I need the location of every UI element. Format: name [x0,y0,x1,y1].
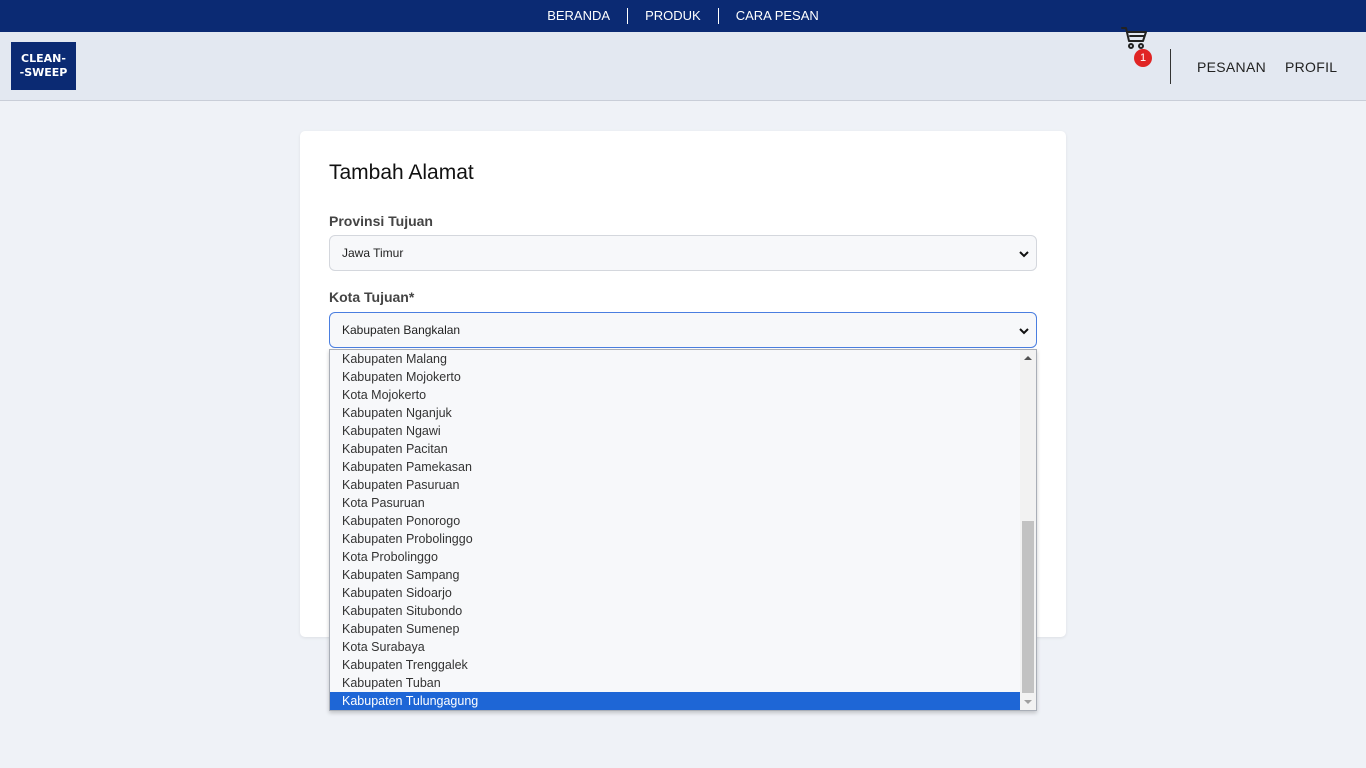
dropdown-option[interactable]: Kabupaten Sampang [330,566,1020,584]
dropdown-option[interactable]: Kota Mojokerto [330,386,1020,404]
chevron-down-icon [1019,251,1029,258]
nav-cara-pesan[interactable]: CARA PESAN [719,8,836,24]
province-label: Provinsi Tujuan [329,213,433,229]
dropdown-option[interactable]: Kabupaten Situbondo [330,602,1020,620]
dropdown-option[interactable]: Kabupaten Pasuruan [330,476,1020,494]
form-title: Tambah Alamat [329,161,474,184]
top-nav-bar: BERANDA PRODUK CARA PESAN [0,0,1366,32]
header-divider [1170,49,1171,84]
dropdown-option[interactable]: Kota Pasuruan [330,494,1020,512]
logo[interactable]: CLEAN- -SWEEP [11,42,76,90]
dropdown-option[interactable]: Kabupaten Ngawi [330,422,1020,440]
dropdown-option[interactable]: Kabupaten Pacitan [330,440,1020,458]
logo-line-1: CLEAN- [21,52,66,65]
chevron-down-icon [1019,328,1029,335]
dropdown-option[interactable]: Kabupaten Trenggalek [330,656,1020,674]
dropdown-scrollbar[interactable] [1020,350,1036,710]
province-value: Jawa Timur [342,246,404,260]
scroll-down-arrow-icon[interactable] [1020,694,1036,710]
logo-line-2: -SWEEP [19,66,68,79]
province-select[interactable]: Jawa Timur [329,235,1037,271]
dropdown-option-highlighted[interactable]: Kabupaten Tulungagung [330,692,1020,710]
dropdown-option[interactable]: Kabupaten Sidoarjo [330,584,1020,602]
pesanan-link[interactable]: PESANAN [1197,59,1266,75]
dropdown-option[interactable]: Kabupaten Malang [330,350,1020,368]
dropdown-option[interactable]: Kota Surabaya [330,638,1020,656]
dropdown-option[interactable]: Kota Probolinggo [330,548,1020,566]
scrollbar-thumb[interactable] [1022,521,1034,693]
header: CLEAN- -SWEEP [0,32,1366,101]
scroll-up-arrow-icon[interactable] [1020,350,1036,366]
dropdown-option[interactable]: Kabupaten Ponorogo [330,512,1020,530]
dropdown-option[interactable]: Kabupaten Mojokerto [330,368,1020,386]
dropdown-option[interactable]: Kabupaten Sumenep [330,620,1020,638]
city-dropdown-list: Kabupaten Malang Kabupaten Mojokerto Kot… [329,349,1037,711]
dropdown-option[interactable]: Kabupaten Nganjuk [330,404,1020,422]
city-select[interactable]: Kabupaten Bangkalan [329,312,1037,348]
nav-beranda[interactable]: BERANDA [530,8,627,24]
profil-link[interactable]: PROFIL [1285,59,1337,75]
dropdown-option[interactable]: Kabupaten Pamekasan [330,458,1020,476]
city-label: Kota Tujuan* [329,289,415,305]
city-value: Kabupaten Bangkalan [342,323,461,337]
nav-produk[interactable]: PRODUK [628,8,718,24]
cart-count-badge: 1 [1134,49,1152,67]
cart-icon[interactable] [1120,22,1150,52]
dropdown-option[interactable]: Kabupaten Tuban [330,674,1020,692]
dropdown-option[interactable]: Kabupaten Probolinggo [330,530,1020,548]
